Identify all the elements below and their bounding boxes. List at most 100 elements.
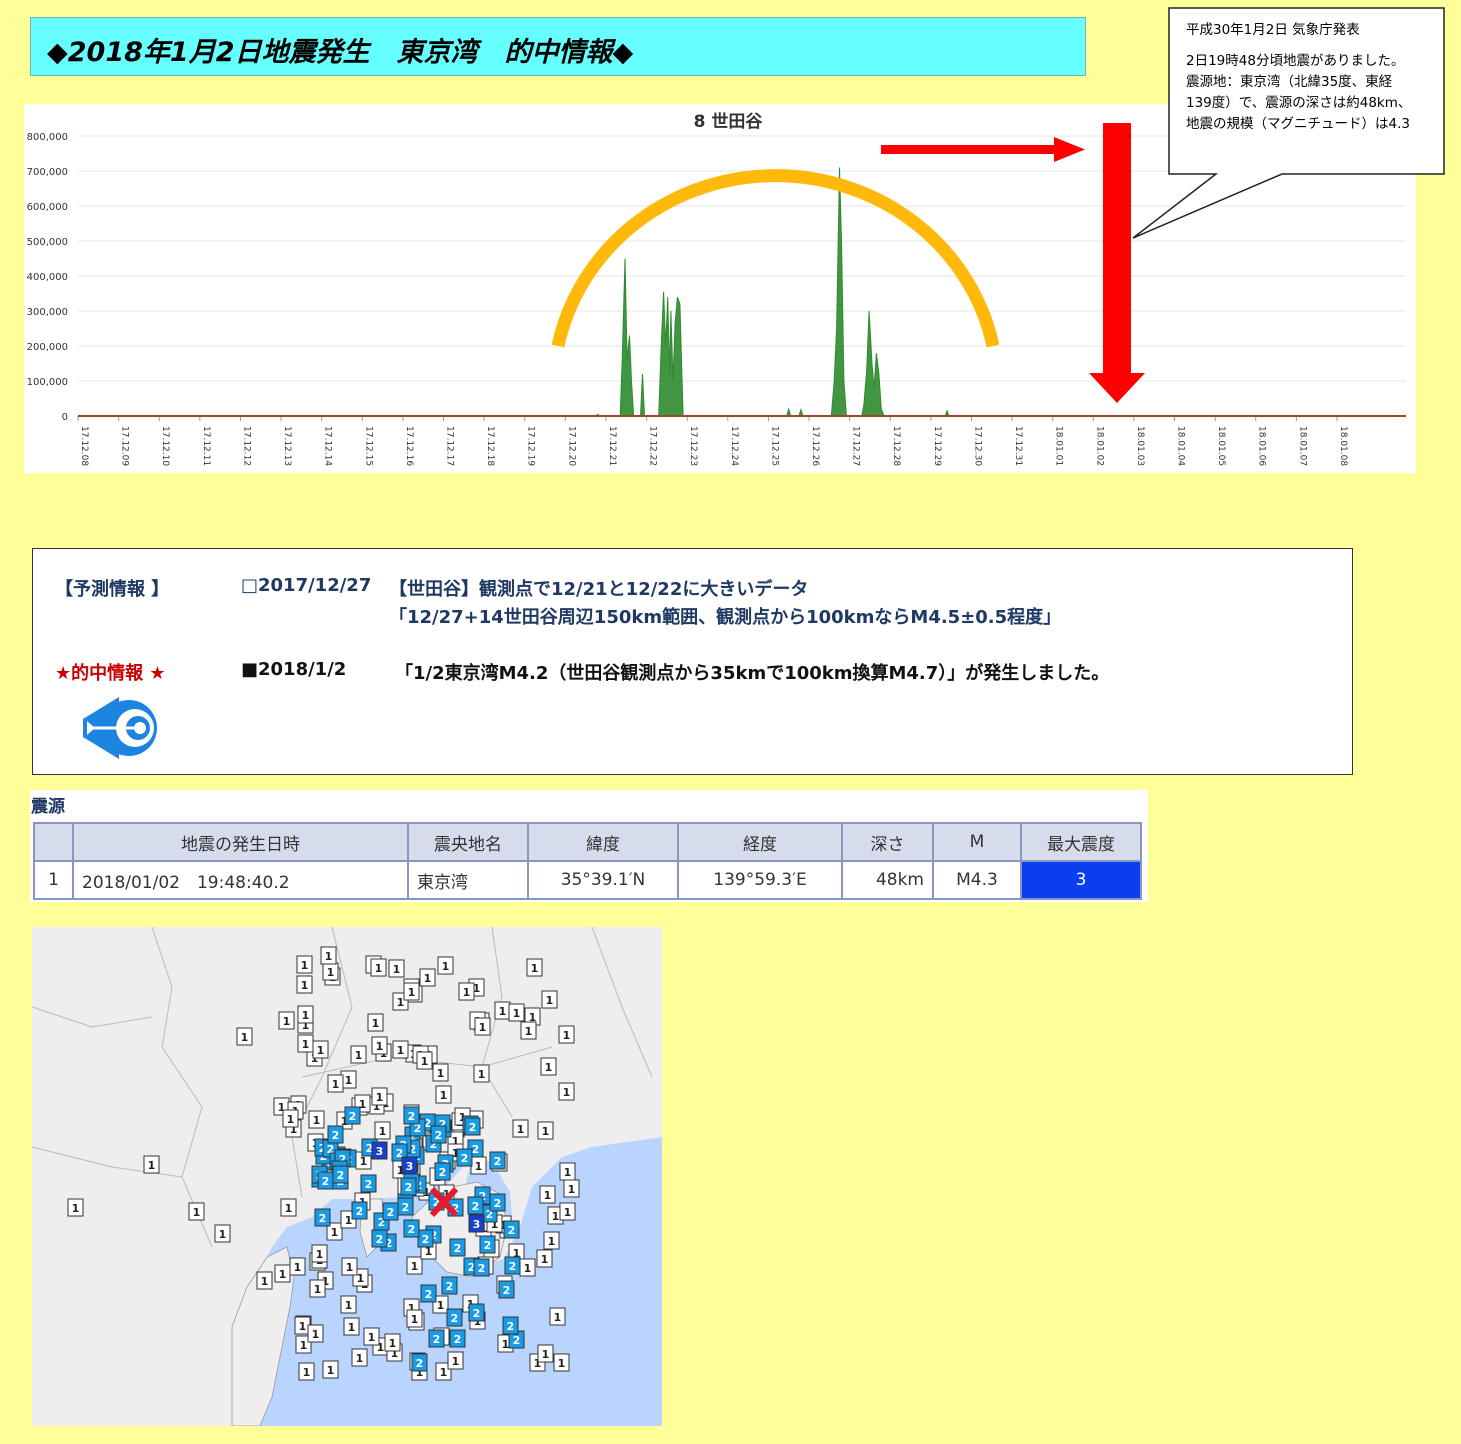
col-latitude: 緯度: [527, 822, 679, 862]
station-label: 1: [301, 979, 309, 992]
x-tick-label: 17.12.13: [282, 426, 292, 466]
station-label: 1: [502, 1338, 510, 1351]
station-marker: 1: [371, 1087, 388, 1106]
station-marker: 1: [296, 955, 313, 974]
station-label: 1: [513, 1007, 521, 1020]
x-tick-label: 17.12.23: [688, 426, 698, 466]
station-label: 1: [241, 1031, 249, 1044]
station-marker: 1: [437, 956, 454, 975]
station-marker: 1: [371, 1036, 388, 1055]
x-tick-label: 17.12.09: [120, 426, 130, 466]
station-label: 2: [435, 1129, 443, 1142]
x-tick-label: 17.12.16: [404, 426, 414, 466]
station-marker: 2: [502, 1316, 519, 1335]
station-label: 1: [440, 1366, 448, 1379]
station-label: 1: [475, 1160, 483, 1173]
station-label: 1: [345, 1074, 353, 1087]
station-marker: 1: [519, 1258, 536, 1277]
station-label: 1: [355, 1049, 363, 1062]
target-arrow-icon: [83, 697, 157, 759]
x-tick-label: 17.12.11: [201, 426, 211, 466]
station-marker: 2: [504, 1256, 521, 1275]
station-label: 1: [299, 1320, 307, 1333]
station-label: 1: [499, 1005, 507, 1018]
station-marker: 1: [494, 1001, 511, 1020]
station-marker: 2: [489, 1151, 506, 1170]
station-marker: 1: [296, 975, 313, 994]
station-marker: 2: [314, 1208, 331, 1227]
x-tick-label: 17.12.24: [729, 426, 739, 466]
station-label: 1: [261, 1275, 269, 1288]
station-label: 1: [303, 1366, 311, 1379]
station-label: 1: [564, 1166, 572, 1179]
station-marker: 2: [400, 1177, 417, 1196]
forecast-label: 【予測情報 】: [55, 579, 170, 600]
station-label: 1: [313, 1114, 321, 1127]
station-marker: 2: [397, 1197, 414, 1216]
x-tick-label: 17.12.30: [972, 426, 982, 466]
station-marker: 1: [343, 1317, 360, 1336]
cell-magnitude: M4.3: [932, 860, 1022, 900]
station-label: 2: [433, 1333, 441, 1346]
station-label: 1: [287, 1113, 295, 1126]
chart-series: [78, 167, 1406, 417]
station-label: 1: [345, 1214, 353, 1227]
station-marker: 1: [549, 1307, 566, 1326]
station-marker: 2: [344, 1106, 361, 1125]
hit-label: ★的中情報 ★: [55, 663, 166, 684]
station-marker: 1: [403, 982, 420, 1001]
station-marker: 1: [553, 1353, 570, 1372]
col-max-intensity: 最大震度: [1020, 822, 1142, 862]
station-label: 1: [546, 994, 554, 1007]
station-label: 1: [372, 1017, 380, 1030]
station-label: 1: [408, 986, 416, 999]
station-marker: 2: [420, 1284, 437, 1303]
station-label: 1: [331, 1226, 339, 1239]
station-label: 2: [494, 1155, 502, 1168]
station-label: 3: [376, 1145, 384, 1158]
x-tick-label: 17.12.20: [566, 426, 576, 466]
y-tick-label: 200,000: [27, 342, 68, 353]
station-label: 2: [451, 1312, 459, 1325]
station-marker: 1: [543, 1231, 560, 1250]
station-marker: 1: [419, 968, 436, 987]
seismic-chart: 8 世田谷 800,000 700,000 600,000 500,000 400,00…: [27, 112, 1406, 466]
station-label: 2: [446, 1280, 454, 1293]
station-marker: 1: [512, 1119, 529, 1138]
chart-panel: 8 世田谷 800,000 700,000 600,000 500,000 400,00…: [24, 104, 1416, 473]
station-label: 1: [302, 1009, 310, 1022]
station-label: 1: [558, 1357, 566, 1370]
callout-line-2: 2日19時48分頃地震がありました。: [1186, 53, 1405, 69]
station-marker: 1: [297, 1034, 314, 1053]
y-tick-label: 100,000: [27, 377, 68, 388]
station-marker: 1: [320, 946, 337, 965]
forecast-text-1: 【世田谷】観測点で12/21と12/22に大きいデータ: [389, 579, 809, 600]
quake-section-title: 震源: [31, 797, 65, 817]
station-label: 1: [327, 1364, 335, 1377]
station-label: 2: [365, 1178, 373, 1191]
station-marker: 1: [558, 1025, 575, 1044]
station-label: 2: [332, 1129, 340, 1142]
station-label: 2: [454, 1242, 462, 1255]
station-marker: 2: [332, 1165, 349, 1184]
station-marker: 2: [473, 1258, 490, 1277]
x-tick-label: 17.12.22: [648, 426, 658, 466]
station-label: 2: [513, 1334, 521, 1347]
station-label: 1: [285, 1202, 293, 1215]
station-label: 1: [72, 1202, 80, 1215]
quake-table-panel: 地震の発生日時 震央地名 緯度 経度 深さ M 最大震度 1 2018/01/0…: [30, 790, 1148, 902]
station-marker: 2: [351, 1201, 368, 1220]
quake-table-header: 地震の発生日時 震央地名 緯度 経度 深さ M 最大震度: [33, 822, 1142, 862]
station-label: 2: [472, 1200, 480, 1213]
station-marker: 1: [392, 1040, 409, 1059]
station-label: 1: [424, 972, 432, 985]
station-marker: 3: [371, 1141, 388, 1160]
station-marker: 1: [374, 1121, 391, 1140]
station-label: 2: [416, 1357, 424, 1370]
station-label: 1: [525, 1025, 533, 1038]
station-label: 1: [552, 1210, 560, 1223]
x-tick-label: 17.12.14: [323, 426, 333, 466]
station-marker: 2: [417, 1229, 434, 1248]
x-tick-label: 17.12.28: [891, 426, 901, 466]
station-label: 2: [376, 1233, 384, 1246]
